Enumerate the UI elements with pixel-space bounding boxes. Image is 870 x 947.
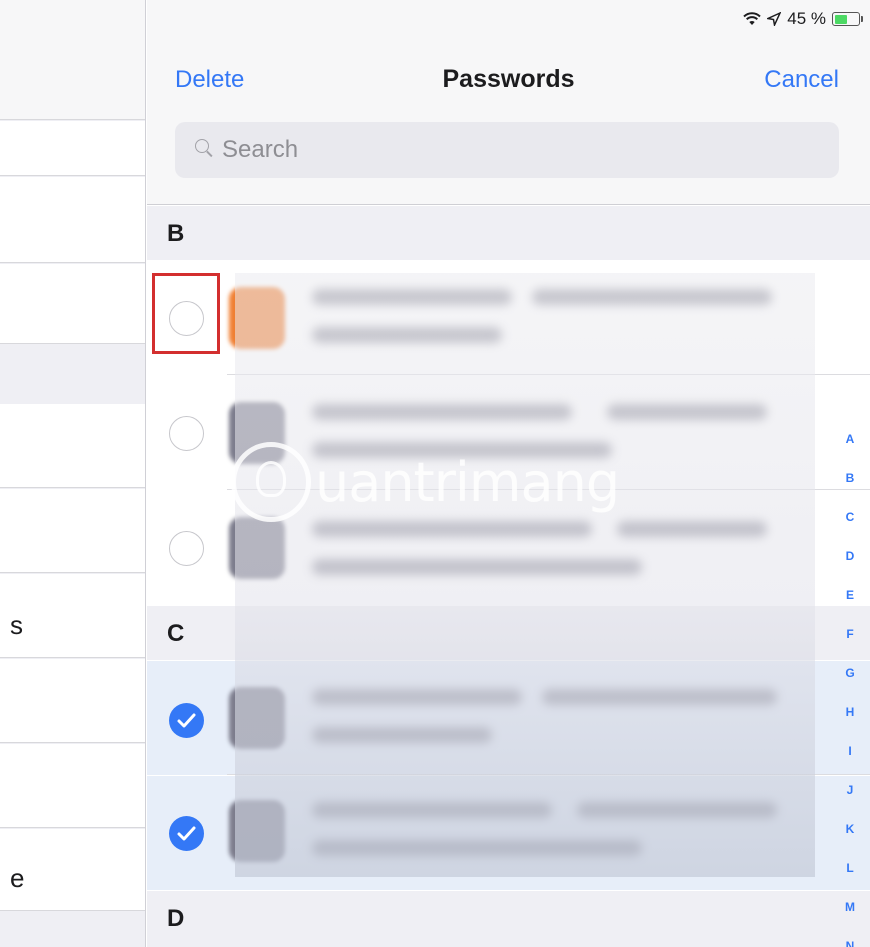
battery-icon	[832, 12, 863, 26]
blurred-text	[577, 802, 777, 818]
section-letter: B	[167, 220, 185, 247]
row-divider	[227, 374, 870, 375]
watermark-text: uantrimang	[315, 450, 620, 514]
index-letter-f[interactable]: F	[842, 615, 858, 654]
index-letter-n[interactable]: N	[842, 927, 858, 947]
master-row[interactable]	[0, 177, 145, 263]
checkmark-icon[interactable]	[169, 816, 204, 851]
blurred-text	[312, 727, 492, 743]
section-header-d: D	[147, 891, 870, 947]
blurred-text	[607, 404, 767, 420]
search-placeholder: Search	[222, 136, 299, 163]
index-letter-k[interactable]: K	[842, 810, 858, 849]
blurred-text	[532, 289, 772, 305]
wifi-icon	[743, 12, 761, 25]
watermark: uantrimang	[231, 432, 671, 532]
index-letter-m[interactable]: M	[842, 888, 858, 927]
site-icon	[229, 800, 285, 862]
index-letter-g[interactable]: G	[842, 654, 858, 693]
status-bar: 45 %	[743, 8, 863, 30]
site-icon	[229, 687, 285, 749]
blurred-text	[312, 327, 502, 343]
password-row[interactable]	[147, 661, 870, 775]
lightbulb-icon	[231, 442, 311, 522]
battery-percent: 45 %	[787, 9, 826, 28]
blurred-text	[312, 840, 642, 856]
master-row-label: e	[10, 863, 25, 893]
master-list-pane: s e	[0, 0, 146, 947]
section-letter: D	[167, 905, 185, 932]
password-row[interactable]	[147, 776, 870, 890]
index-letter-j[interactable]: J	[842, 771, 858, 810]
index-letter-a[interactable]: A	[842, 420, 858, 459]
section-letter: C	[167, 620, 185, 647]
index-letter-d[interactable]: D	[842, 537, 858, 576]
blurred-text	[542, 689, 777, 705]
master-row[interactable]: s	[0, 574, 145, 658]
site-icon	[229, 287, 285, 349]
index-letter-b[interactable]: B	[842, 459, 858, 498]
blurred-text	[312, 404, 572, 420]
section-header-c: C	[147, 606, 870, 660]
password-row[interactable]	[147, 261, 870, 375]
cancel-button[interactable]: Cancel	[764, 66, 839, 94]
master-row[interactable]	[0, 489, 145, 573]
index-letter-e[interactable]: E	[842, 576, 858, 615]
select-radio[interactable]	[169, 531, 204, 566]
select-radio[interactable]	[169, 416, 204, 451]
passwords-pane: 45 % Delete Passwords Cancel Search B C …	[147, 0, 870, 947]
master-row[interactable]	[0, 659, 145, 743]
index-letter-i[interactable]: I	[842, 732, 858, 771]
master-row[interactable]: e	[0, 829, 145, 911]
blurred-text	[312, 559, 642, 575]
master-row-label: s	[10, 610, 23, 640]
index-letter-c[interactable]: C	[842, 498, 858, 537]
search-field[interactable]: Search	[175, 122, 839, 178]
blurred-text	[312, 289, 512, 305]
index-letter-l[interactable]: L	[842, 849, 858, 888]
blurred-text	[312, 802, 552, 818]
highlight-box	[152, 273, 220, 354]
blurred-text	[312, 689, 522, 705]
section-header-b: B	[147, 206, 870, 260]
master-row[interactable]	[0, 404, 145, 488]
search-icon	[195, 139, 209, 153]
index-letter-h[interactable]: H	[842, 693, 858, 732]
master-row[interactable]	[0, 264, 145, 344]
navigation-bar: 45 % Delete Passwords Cancel Search	[147, 0, 870, 205]
row-divider	[227, 774, 870, 775]
page-title: Passwords	[442, 65, 575, 93]
checkmark-icon[interactable]	[169, 703, 204, 738]
location-icon	[767, 12, 782, 26]
section-index-bar[interactable]: ABCDEFGHIJKLMN	[842, 420, 858, 947]
master-header	[0, 0, 145, 120]
master-row[interactable]	[0, 121, 145, 176]
master-row[interactable]	[0, 744, 145, 828]
